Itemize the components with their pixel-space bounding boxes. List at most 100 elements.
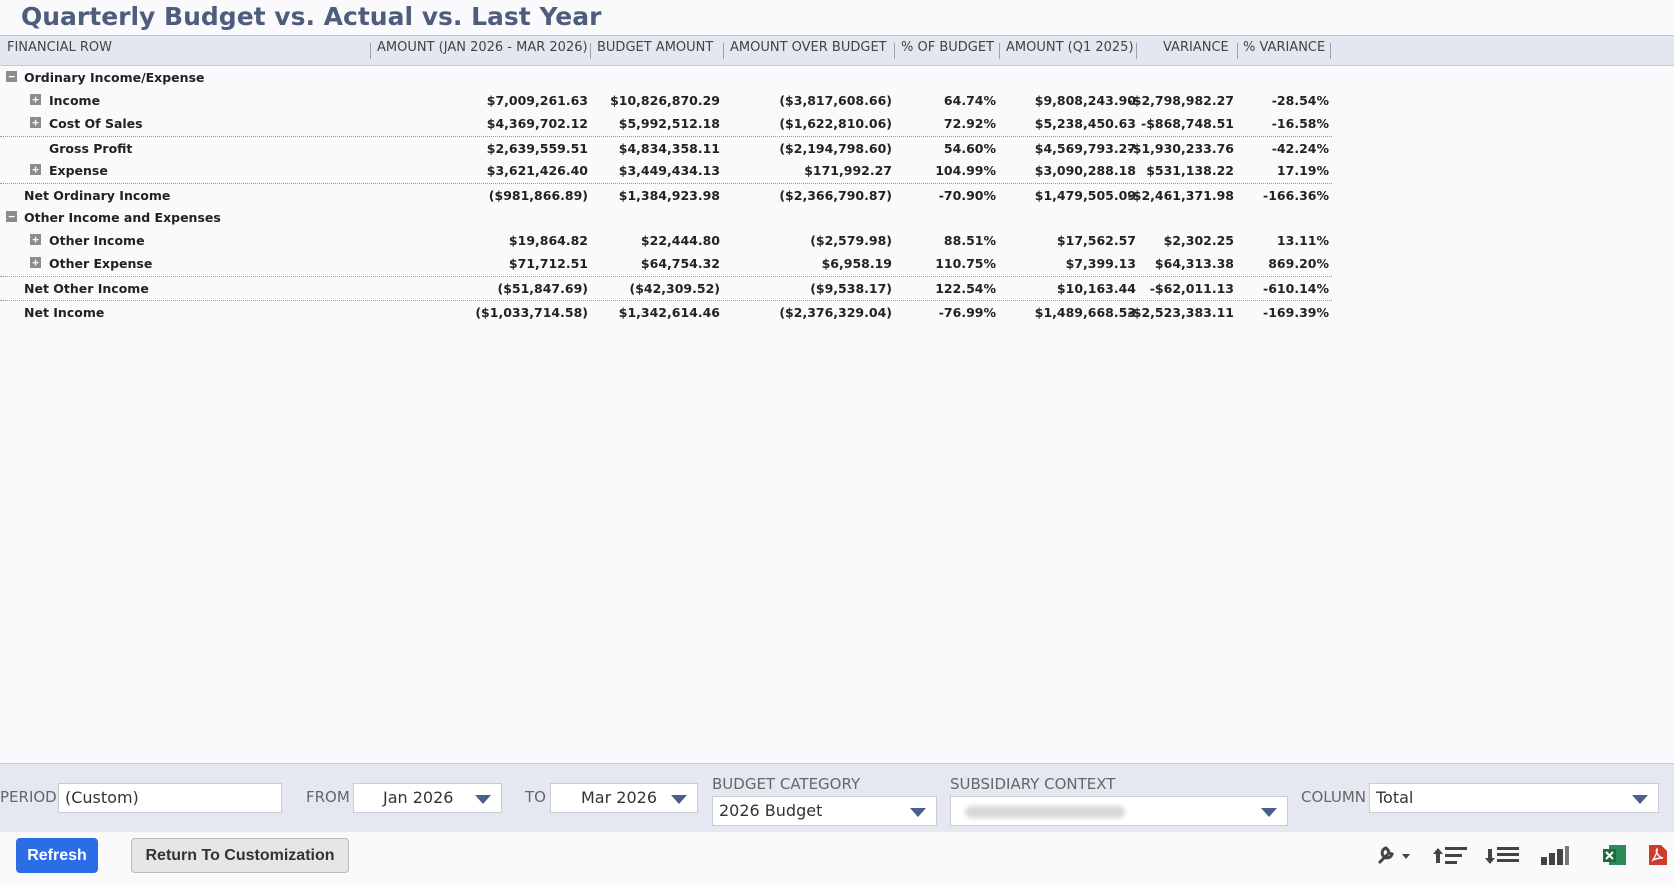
- cell-amount-last-year: $9,808,243.90: [1034, 93, 1136, 108]
- cell-percent-variance: -16.58%: [1271, 116, 1329, 131]
- refresh-button[interactable]: Refresh: [16, 838, 98, 873]
- column-separator: [1237, 43, 1238, 59]
- cell-percent-variance: -28.54%: [1271, 93, 1329, 108]
- cell-percent-of-budget: 110.75%: [935, 256, 996, 271]
- cell-amount-over-budget: ($2,366,790.87): [779, 188, 892, 203]
- row-label: Ordinary Income/Expense: [24, 70, 205, 85]
- cell-percent-variance: -166.36%: [1263, 188, 1329, 203]
- column-separator: [723, 43, 724, 59]
- pdf-export-icon[interactable]: [1647, 844, 1669, 866]
- row-label: Other Expense: [49, 256, 153, 271]
- header-amount-over-budget[interactable]: AMOUNT OVER BUDGET: [730, 36, 887, 65]
- chevron-down-icon: [1632, 795, 1648, 804]
- header-variance[interactable]: VARIANCE: [1163, 36, 1229, 65]
- row-label: Net Income: [24, 305, 105, 320]
- cell-amount-over-budget: ($9,538.17): [810, 281, 892, 296]
- budget-category-select[interactable]: 2026 Budget: [712, 796, 937, 826]
- cell-percent-of-budget: 122.54%: [935, 281, 996, 296]
- cell-amount-last-year: $1,489,668.53: [1034, 305, 1136, 320]
- cell-amount-last-year: $3,090,288.18: [1034, 163, 1136, 178]
- column-select[interactable]: Total: [1369, 783, 1659, 813]
- cell-variance: -$1,930,233.76: [1127, 141, 1234, 156]
- collapse-all-icon[interactable]: [1432, 844, 1468, 866]
- from-label: FROM: [306, 788, 350, 806]
- cell-amount-over-budget: ($2,376,329.04): [779, 305, 892, 320]
- cell-budget-amount: $4,834,358.11: [618, 141, 720, 156]
- budget-category-label: BUDGET CATEGORY: [712, 775, 861, 793]
- header-financial-row[interactable]: FINANCIAL ROW: [7, 36, 112, 65]
- cell-amount-last-year: $10,163.44: [1056, 281, 1136, 296]
- header-percent-of-budget[interactable]: % OF BUDGET: [901, 36, 994, 65]
- cell-amount-last-year: $5,238,450.63: [1034, 116, 1136, 131]
- table-row: + Other Expense $71,712.51 $64,754.32 $6,958…: [0, 252, 1332, 275]
- excel-export-icon[interactable]: [1602, 844, 1628, 866]
- cell-amount-current: $2,639,559.51: [486, 141, 588, 156]
- expand-icon[interactable]: +: [30, 164, 41, 175]
- table-row: Gross Profit $2,639,559.51 $4,834,358.11 ($…: [0, 136, 1332, 160]
- cell-percent-variance: -169.39%: [1263, 305, 1329, 320]
- cell-percent-of-budget: -70.90%: [938, 188, 996, 203]
- period-input[interactable]: (Custom): [58, 783, 282, 813]
- column-separator: [999, 43, 1000, 59]
- return-to-customization-button[interactable]: Return To Customization: [131, 838, 349, 873]
- cell-amount-over-budget: $6,958.19: [821, 256, 892, 271]
- chevron-down-icon: [1261, 808, 1277, 817]
- wrench-icon[interactable]: [1376, 844, 1412, 866]
- cell-budget-amount: $10,826,870.29: [610, 93, 720, 108]
- period-label: PERIOD: [0, 788, 57, 806]
- cell-amount-over-budget: ($1,622,810.06): [779, 116, 892, 131]
- table-row: Net Other Income ($51,847.69) ($42,309.52)…: [0, 276, 1332, 300]
- subsidiary-context-select[interactable]: [950, 796, 1288, 826]
- chevron-down-icon: [910, 808, 926, 817]
- collapse-icon[interactable]: −: [6, 211, 17, 222]
- header-amount-current[interactable]: AMOUNT (JAN 2026 - MAR 2026): [377, 36, 588, 65]
- budget-category-value: 2026 Budget: [719, 801, 823, 820]
- header-percent-variance[interactable]: % VARIANCE: [1243, 36, 1325, 65]
- cell-amount-last-year: $17,562.57: [1056, 233, 1136, 248]
- column-separator: [894, 43, 895, 59]
- cell-amount-current: $4,369,702.12: [486, 116, 588, 131]
- cell-amount-current: $7,009,261.63: [486, 93, 588, 108]
- cell-amount-current: ($1,033,714.58): [475, 305, 588, 320]
- cell-amount-over-budget: ($2,194,798.60): [779, 141, 892, 156]
- cell-budget-amount: $22,444.80: [640, 233, 720, 248]
- cell-percent-of-budget: 72.92%: [943, 116, 996, 131]
- cell-percent-variance: 869.20%: [1268, 256, 1329, 271]
- cell-percent-of-budget: 104.99%: [935, 163, 996, 178]
- cell-budget-amount: $1,342,614.46: [618, 305, 720, 320]
- from-select[interactable]: Jan 2026: [353, 783, 502, 813]
- cell-amount-last-year: $1,479,505.09: [1034, 188, 1136, 203]
- cell-budget-amount: $1,384,923.98: [618, 188, 720, 203]
- cell-variance: $64,313.38: [1154, 256, 1234, 271]
- expand-all-icon[interactable]: [1484, 844, 1520, 866]
- cell-budget-amount: $64,754.32: [640, 256, 720, 271]
- expand-icon[interactable]: +: [30, 94, 41, 105]
- expand-icon[interactable]: +: [30, 257, 41, 268]
- expand-icon[interactable]: +: [30, 117, 41, 128]
- column-separator: [1136, 43, 1137, 59]
- cell-percent-of-budget: 88.51%: [943, 233, 996, 248]
- to-select[interactable]: Mar 2026: [550, 783, 698, 813]
- table-row: + Income $7,009,261.63 $10,826,870.29 ($3,81…: [0, 89, 1332, 112]
- cell-percent-variance: -42.24%: [1271, 141, 1329, 156]
- chevron-down-icon: [671, 795, 687, 804]
- header-budget-amount[interactable]: BUDGET AMOUNT: [597, 36, 713, 65]
- cell-amount-over-budget: $171,992.27: [804, 163, 892, 178]
- column-separator: [1330, 43, 1331, 59]
- cell-amount-last-year: $7,399.13: [1065, 256, 1136, 271]
- table-row: + Expense $3,621,426.40 $3,449,434.13 $171,9…: [0, 159, 1332, 182]
- header-amount-last-year[interactable]: AMOUNT (Q1 2025): [1006, 36, 1134, 65]
- cell-variance: -$2,523,383.11: [1127, 305, 1234, 320]
- table-row: Net Income ($1,033,714.58) $1,342,614.46 ($…: [0, 300, 1332, 324]
- cell-percent-variance: 17.19%: [1276, 163, 1329, 178]
- action-bar: Refresh Return To Customization: [0, 832, 1674, 885]
- page-title: Quarterly Budget vs. Actual vs. Last Yea…: [21, 2, 602, 31]
- subsidiary-context-label: SUBSIDIARY CONTEXT: [950, 775, 1116, 793]
- chart-icon[interactable]: [1537, 844, 1573, 866]
- expand-icon[interactable]: +: [30, 234, 41, 245]
- collapse-icon[interactable]: −: [6, 71, 17, 82]
- cell-amount-over-budget: ($2,579.98): [810, 233, 892, 248]
- row-label: Net Other Income: [24, 281, 149, 296]
- from-select-value: Jan 2026: [383, 788, 454, 807]
- chevron-down-icon: [475, 795, 491, 804]
